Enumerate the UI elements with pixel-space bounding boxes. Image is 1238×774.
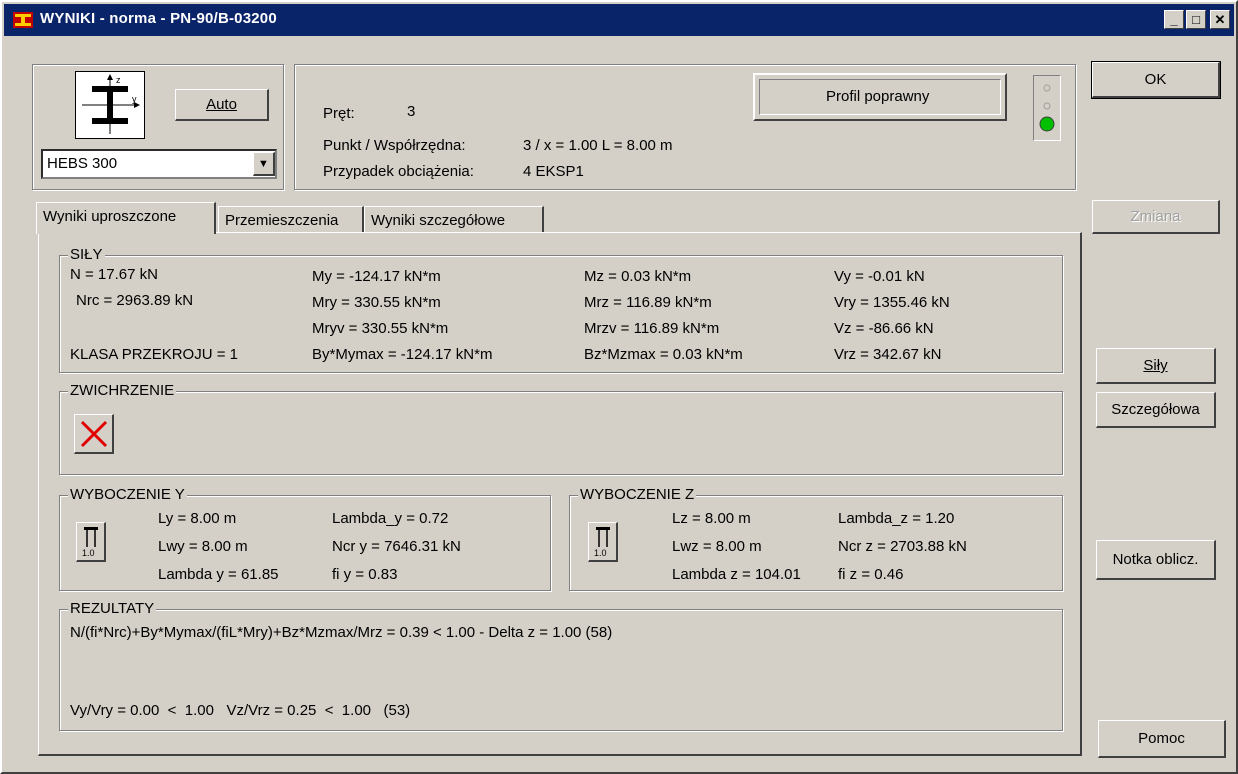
pret-label: Pręt:: [323, 105, 355, 122]
profile-select-value: HEBS 300: [47, 155, 118, 172]
profile-select[interactable]: HEBS 300 ▼: [41, 149, 277, 179]
app-beam-icon: [13, 12, 33, 28]
pret-value: 3: [407, 103, 416, 120]
wyb-fi-z: fi z = 0.46: [838, 566, 904, 583]
sily-n: N = 17.67 kN: [70, 266, 158, 283]
buckling-z-coeff: 1.0: [594, 548, 607, 558]
status-panel: Profil poprawny: [753, 73, 1007, 121]
sily-by: By*Mymax = -124.17 kN*m: [312, 346, 493, 363]
wyb-ncr-z: Ncr z = 2703.88 kN: [838, 538, 967, 555]
sily-vrz: Vrz = 342.67 kN: [834, 346, 942, 363]
sily-nrc: Nrc = 2963.89 kN: [76, 292, 194, 309]
red-x-icon: [80, 420, 107, 447]
sily-group: SIŁY N = 17.67 kN Nrc = 2963.89 kN KLASA…: [59, 246, 1063, 373]
zmiana-button[interactable]: Zmiana: [1092, 200, 1220, 234]
i-beam-section-icon: z y: [82, 74, 140, 134]
wyb-lwz: Lwz = 8.00 m: [672, 538, 762, 555]
profile-group: z y Auto HEBS 300 ▼: [32, 64, 284, 190]
section-preview: z y: [75, 71, 145, 139]
results-window: WYNIKI - norma - PN-90/B-03200 _ □ ✕ z y…: [0, 0, 1238, 774]
wyboczenie-y-group: WYBOCZENIE Y 1.0 Ly = 8.00 m Lwy = 8.00 …: [59, 486, 551, 591]
axis-z-label: z: [116, 75, 121, 85]
wyb-ncr-y: Ncr y = 7646.31 kN: [332, 538, 461, 555]
wyb-lz: Lz = 8.00 m: [672, 510, 751, 527]
rezultaty-line-2: Vy/Vry = 0.00 < 1.00 Vz/Vrz = 0.25 < 1.0…: [70, 702, 411, 719]
buckling-y-coeff: 1.0: [82, 548, 95, 558]
minimize-button[interactable]: _: [1164, 10, 1184, 29]
window-title: WYNIKI - norma - PN-90/B-03200: [40, 10, 277, 27]
column-buckling-icon: 1.0: [594, 526, 610, 558]
wyb-lwy: Lwy = 8.00 m: [158, 538, 248, 555]
wyboczenie-y-title: WYBOCZENIE Y: [68, 486, 187, 503]
chevron-down-icon: ▼: [258, 157, 269, 170]
zwichrzenie-toggle[interactable]: [74, 414, 114, 454]
zwichrzenie-title: ZWICHRZENIE: [68, 382, 177, 399]
zwichrzenie-group: ZWICHRZENIE: [59, 382, 1063, 475]
punkt-label: Punkt / Współrzędna:: [323, 137, 466, 154]
sily-vy: Vy = -0.01 kN: [834, 268, 925, 285]
status-lights: [1033, 75, 1061, 141]
wyb-lambda-z: Lambda z = 104.01: [672, 566, 801, 583]
szczegolowa-button[interactable]: Szczegółowa: [1096, 392, 1216, 428]
wyb-lambda-y: Lambda y = 61.85: [158, 566, 279, 583]
przypadek-value: 4 EKSP1: [523, 163, 584, 180]
sily-mrz: Mrz = 116.89 kN*m: [584, 294, 712, 311]
axis-y-label: y: [132, 94, 137, 104]
wyboczenie-z-title: WYBOCZENIE Z: [578, 486, 697, 503]
tab-panel: SIŁY N = 17.67 kN Nrc = 2963.89 kN KLASA…: [38, 232, 1082, 756]
sily-title: SIŁY: [68, 246, 105, 263]
close-button[interactable]: ✕: [1210, 10, 1230, 29]
sily-klasa: KLASA PRZEKROJU = 1: [70, 346, 238, 363]
rezultaty-group: REZULTATY N/(fi*Nrc)+By*Mymax/(fiL*Mry)+…: [59, 600, 1063, 731]
traffic-light-icon: [1039, 84, 1055, 132]
wyb-fi-y: fi y = 0.83: [332, 566, 398, 583]
sily-button[interactable]: Siły: [1096, 348, 1216, 384]
title-bar[interactable]: WYNIKI - norma - PN-90/B-03200 _ □ ✕: [4, 4, 1234, 36]
status-text: Profil poprawny: [826, 88, 930, 105]
sily-vz: Vz = -86.66 kN: [834, 320, 934, 337]
wyb-lambda-z-rel: Lambda_z = 1.20: [838, 510, 955, 527]
sily-my: My = -124.17 kN*m: [312, 268, 441, 285]
auto-button[interactable]: Auto: [175, 89, 269, 121]
punkt-value: 3 / x = 1.00 L = 8.00 m: [523, 137, 673, 154]
maximize-button[interactable]: □: [1186, 10, 1206, 29]
info-group: Pręt: 3 Punkt / Współrzędna: 3 / x = 1.0…: [294, 64, 1076, 190]
profile-dropdown-arrow[interactable]: ▼: [253, 152, 275, 176]
sily-mryv: Mryv = 330.55 kN*m: [312, 320, 449, 337]
wyb-ly: Ly = 8.00 m: [158, 510, 237, 527]
ok-button[interactable]: OK: [1091, 61, 1221, 99]
sily-bz: Bz*Mzmax = 0.03 kN*m: [584, 346, 743, 363]
sily-vry: Vry = 1355.46 kN: [834, 294, 950, 311]
rezultaty-title: REZULTATY: [68, 600, 157, 617]
tab-wyniki-uproszczone[interactable]: Wyniki uproszczone: [36, 202, 216, 234]
sily-mry: Mry = 330.55 kN*m: [312, 294, 441, 311]
column-buckling-icon: 1.0: [82, 526, 98, 558]
wyboczenie-y-button[interactable]: 1.0: [76, 522, 106, 562]
wyboczenie-z-button[interactable]: 1.0: [588, 522, 618, 562]
rezultaty-line-1: N/(fi*Nrc)+By*Mymax/(fiL*Mry)+Bz*Mzmax/M…: [70, 624, 613, 641]
sily-mrzv: Mrzv = 116.89 kN*m: [584, 320, 720, 337]
tab-przemieszczenia[interactable]: Przemieszczenia: [218, 206, 364, 234]
wyboczenie-z-group: WYBOCZENIE Z 1.0 Lz = 8.00 m Lwz = 8.00 …: [569, 486, 1063, 591]
sily-mz: Mz = 0.03 kN*m: [584, 268, 692, 285]
wyb-lambda-y-rel: Lambda_y = 0.72: [332, 510, 449, 527]
tab-wyniki-szczegolowe[interactable]: Wyniki szczegółowe: [364, 206, 544, 234]
przypadek-label: Przypadek obciążenia:: [323, 163, 474, 180]
notka-button[interactable]: Notka oblicz.: [1096, 540, 1216, 580]
pomoc-button[interactable]: Pomoc: [1098, 720, 1226, 758]
